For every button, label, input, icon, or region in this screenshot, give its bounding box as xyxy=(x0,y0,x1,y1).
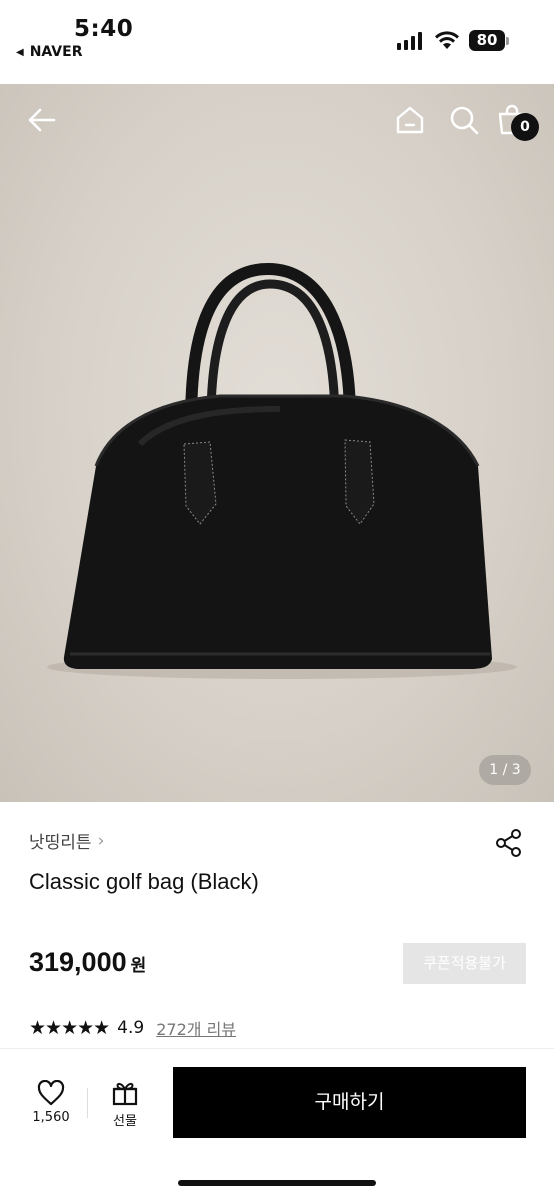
battery-tip xyxy=(506,37,509,45)
product-photo xyxy=(47,262,517,679)
wifi-icon xyxy=(435,31,459,49)
status-bar: 5:40 ◀ NAVER 80 xyxy=(0,0,554,84)
gift-button[interactable]: 선물 xyxy=(102,1080,148,1129)
back-to-app-link[interactable]: ◀ NAVER xyxy=(16,44,82,60)
like-count: 1,560 xyxy=(32,1110,70,1125)
back-app-label: NAVER xyxy=(29,44,83,60)
gift-icon xyxy=(112,1082,138,1106)
price-unit: 원 xyxy=(130,956,147,976)
action-divider xyxy=(87,1088,88,1118)
cellular-signal-icon xyxy=(397,32,422,50)
price-amount: 319,000 xyxy=(29,947,127,977)
back-triangle-icon: ◀ xyxy=(16,46,24,58)
divider xyxy=(0,1048,554,1049)
product-rating: ★★★★★ 4.9 272개 리뷰 xyxy=(29,1016,236,1040)
cart-count-badge: 0 xyxy=(511,113,539,141)
rating-score: 4.9 xyxy=(117,1018,145,1038)
product-price: 319,000 원 xyxy=(29,947,146,978)
battery-icon: 80 xyxy=(469,30,505,51)
back-arrow-icon[interactable] xyxy=(26,104,58,136)
image-page-indicator: 1 / 3 xyxy=(479,755,531,785)
heart-icon xyxy=(37,1080,65,1106)
brand-name: 낫띵리튼 xyxy=(29,833,92,853)
status-time: 5:40 xyxy=(74,16,134,42)
like-button[interactable]: 1,560 xyxy=(25,1080,77,1125)
chevron-right-icon: › xyxy=(97,830,105,851)
product-image-gallery[interactable]: 0 1 / 3 xyxy=(0,84,554,802)
brand-link[interactable]: 낫띵리튼 › xyxy=(29,828,105,854)
share-icon[interactable] xyxy=(494,828,524,858)
buy-now-button[interactable]: 구매하기 xyxy=(173,1067,526,1138)
star-rating-icon: ★★★★★ xyxy=(29,1017,110,1039)
gift-label: 선물 xyxy=(113,1114,137,1129)
home-icon[interactable] xyxy=(394,104,426,136)
review-count-link[interactable]: 272개 리뷰 xyxy=(156,1016,236,1040)
home-indicator xyxy=(178,1180,376,1186)
product-title: Classic golf bag (Black) xyxy=(29,869,259,894)
coupon-unavailable-badge: 쿠폰적용불가 xyxy=(403,943,526,984)
search-icon[interactable] xyxy=(448,104,480,136)
